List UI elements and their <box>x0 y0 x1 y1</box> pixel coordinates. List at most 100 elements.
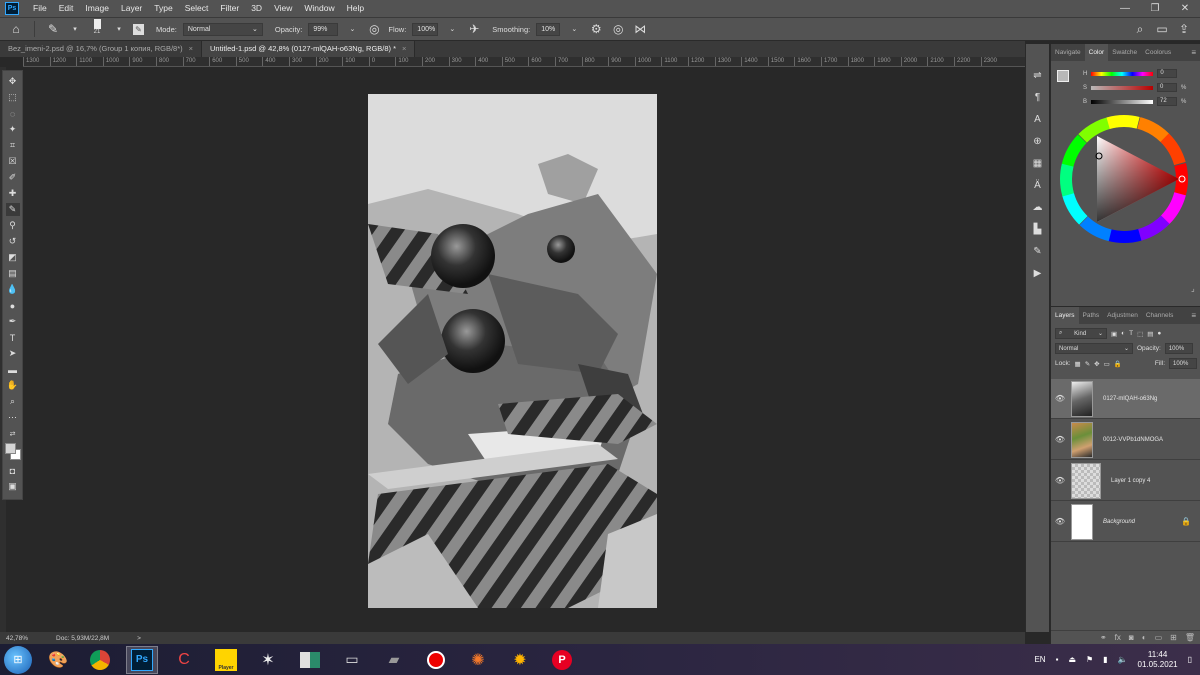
libraries-icon[interactable]: ▦ <box>1031 156 1045 170</box>
layer-row[interactable]: 👁 0012-VVPb1dNMOGA <box>1051 420 1200 460</box>
minimize-icon[interactable]: — <box>1110 3 1140 14</box>
layer-opacity-field[interactable]: 100% <box>1164 343 1193 354</box>
document-canvas[interactable] <box>368 94 657 608</box>
new-layer-icon[interactable]: ⊞ <box>1170 633 1177 642</box>
flag-icon[interactable]: ⚑ <box>1086 655 1093 664</box>
taskbar-app-zbrush[interactable]: ✶ <box>252 646 284 674</box>
menu-3d[interactable]: 3D <box>245 0 268 17</box>
lock-pixels-icon[interactable]: ✎ <box>1085 360 1090 368</box>
pressure-size-icon[interactable]: ◎ <box>610 21 626 37</box>
menu-help[interactable]: Help <box>341 0 370 17</box>
fill-field[interactable]: 100% <box>1169 358 1197 369</box>
menu-layer[interactable]: Layer <box>115 0 148 17</box>
layer-style-icon[interactable]: fx <box>1115 633 1121 642</box>
menu-edit[interactable]: Edit <box>53 0 80 17</box>
tab-adjustments[interactable]: Adjustmen <box>1103 307 1142 324</box>
pen-tool-icon[interactable]: ✒ <box>6 315 20 328</box>
visibility-eye-icon[interactable]: 👁 <box>1051 435 1069 444</box>
foreground-color-swatch[interactable] <box>4 443 16 454</box>
color-swatches[interactable] <box>4 443 21 461</box>
chevron-down-icon[interactable]: ⌄ <box>444 21 460 37</box>
tab-channels[interactable]: Channels <box>1142 307 1177 324</box>
symmetry-icon[interactable]: ⋈ <box>632 21 648 37</box>
glyphs-icon[interactable]: Ä <box>1031 178 1045 192</box>
brush-tool-icon[interactable]: ✎ <box>5 203 20 216</box>
history-brush-tool-icon[interactable]: ↺ <box>6 235 20 248</box>
healing-brush-tool-icon[interactable]: ✚ <box>6 187 20 200</box>
visibility-eye-icon[interactable]: 👁 <box>1051 476 1069 485</box>
home-icon[interactable]: ⌂ <box>8 21 24 37</box>
smart-object-filter-icon[interactable]: ▤ <box>1147 330 1153 338</box>
brightness-slider[interactable] <box>1091 99 1154 104</box>
tab-swatches[interactable]: Swatche <box>1108 44 1141 61</box>
usb-icon[interactable]: ⏏ <box>1068 655 1076 664</box>
clock[interactable]: 11:44 01.05.2021 <box>1138 650 1178 670</box>
link-layers-icon[interactable]: ⚭ <box>1100 633 1107 642</box>
menu-filter[interactable]: Filter <box>214 0 245 17</box>
blend-mode-dropdown[interactable]: Normal ⌄ <box>1055 343 1133 354</box>
brush-settings-icon[interactable]: ✎ <box>133 23 144 35</box>
properties-icon[interactable]: ⇌ <box>1031 68 1045 82</box>
more-tools-icon[interactable]: ⋯ <box>6 411 20 424</box>
hue-slider[interactable] <box>1091 71 1154 76</box>
start-button[interactable]: ⊞ <box>4 645 32 674</box>
crop-tool-icon[interactable]: ⌗ <box>6 139 20 152</box>
dodge-tool-icon[interactable]: ● <box>6 299 20 312</box>
panel-menu-icon[interactable]: ≡ <box>1191 311 1196 320</box>
color-wheel[interactable] <box>1059 114 1189 244</box>
layer-row[interactable]: 👁 Layer 1 copy 4 <box>1051 461 1200 501</box>
taskbar-app-chrome[interactable] <box>84 646 116 674</box>
taskbar-app-ccleaner[interactable]: C <box>168 646 200 674</box>
menu-select[interactable]: Select <box>179 0 215 17</box>
histogram-icon[interactable]: ▙ <box>1031 222 1045 236</box>
tab-color[interactable]: Color <box>1084 44 1109 61</box>
menu-view[interactable]: View <box>268 0 298 17</box>
saturation-slider[interactable] <box>1091 85 1154 90</box>
maximize-icon[interactable]: ❐ <box>1140 3 1170 14</box>
taskbar-app-viewer[interactable] <box>294 646 326 674</box>
taskbar-app-photoshop[interactable]: Ps <box>126 645 158 674</box>
swap-colors-icon[interactable]: ⇄ <box>6 427 20 440</box>
foreground-color-chip[interactable] <box>1057 70 1069 82</box>
blur-tool-icon[interactable]: 💧 <box>6 283 20 296</box>
smoothing-field[interactable]: 10% <box>536 22 561 36</box>
paragraph-icon[interactable]: ¶ <box>1031 90 1045 104</box>
lock-all-icon[interactable]: 🔒 <box>1114 360 1122 368</box>
tab-navigator[interactable]: Navigate <box>1051 44 1085 61</box>
visibility-eye-icon[interactable]: 👁 <box>1051 394 1069 403</box>
menu-file[interactable]: File <box>27 0 53 17</box>
lock-artboard-icon[interactable]: ▭ <box>1104 360 1110 368</box>
tab-bez-imeni[interactable]: Bez_imeni-2.psd @ 16,7% (Group 1 копия, … <box>0 41 203 57</box>
flow-field[interactable]: 100% <box>412 22 439 36</box>
notifications-icon[interactable]: ▯ <box>1188 655 1192 664</box>
volume-icon[interactable]: 🔈 <box>1118 655 1128 664</box>
menu-image[interactable]: Image <box>79 0 115 17</box>
network-icon[interactable]: ▮ <box>1103 655 1107 664</box>
workspace[interactable] <box>23 67 1025 632</box>
marquee-tool-icon[interactable]: ⬚ <box>6 91 20 104</box>
tab-layers[interactable]: Layers <box>1051 307 1079 324</box>
add-mask-icon[interactable]: ◙ <box>1129 633 1134 642</box>
shape-tool-icon[interactable]: ▬ <box>6 363 20 376</box>
tab-paths[interactable]: Paths <box>1079 307 1104 324</box>
eraser-tool-icon[interactable]: ◩ <box>6 251 20 264</box>
hue-value[interactable]: 0 <box>1157 69 1178 78</box>
tray-app-icon[interactable]: ▪ <box>1056 655 1059 664</box>
search-icon[interactable]: ⌕ <box>1132 21 1148 37</box>
menu-type[interactable]: Type <box>148 0 178 17</box>
pressure-opacity-icon[interactable]: ◎ <box>366 21 382 37</box>
menu-window[interactable]: Window <box>298 0 340 17</box>
eyedropper-tool-icon[interactable]: ✐ <box>6 171 20 184</box>
taskbar-app-flame[interactable]: ✹ <box>504 646 536 674</box>
character-icon[interactable]: A <box>1031 112 1045 126</box>
chevron-down-icon[interactable]: ⌄ <box>566 21 582 37</box>
taskbar-app-blender[interactable]: ✺ <box>462 646 494 674</box>
chevron-down-icon[interactable]: ▾ <box>111 21 127 37</box>
move-tool-icon[interactable]: ✥ <box>6 75 20 88</box>
pixel-filter-icon[interactable]: ▣ <box>1111 330 1117 338</box>
type-filter-icon[interactable]: T <box>1129 330 1133 337</box>
brush-tool-preset-icon[interactable]: ✎ <box>45 21 61 37</box>
layer-row[interactable]: 👁 0127-mlQAH-o63Ng <box>1051 379 1200 419</box>
chevron-down-icon[interactable]: ▾ <box>67 21 83 37</box>
taskbar-app-terminal[interactable]: ▭ <box>336 646 368 674</box>
